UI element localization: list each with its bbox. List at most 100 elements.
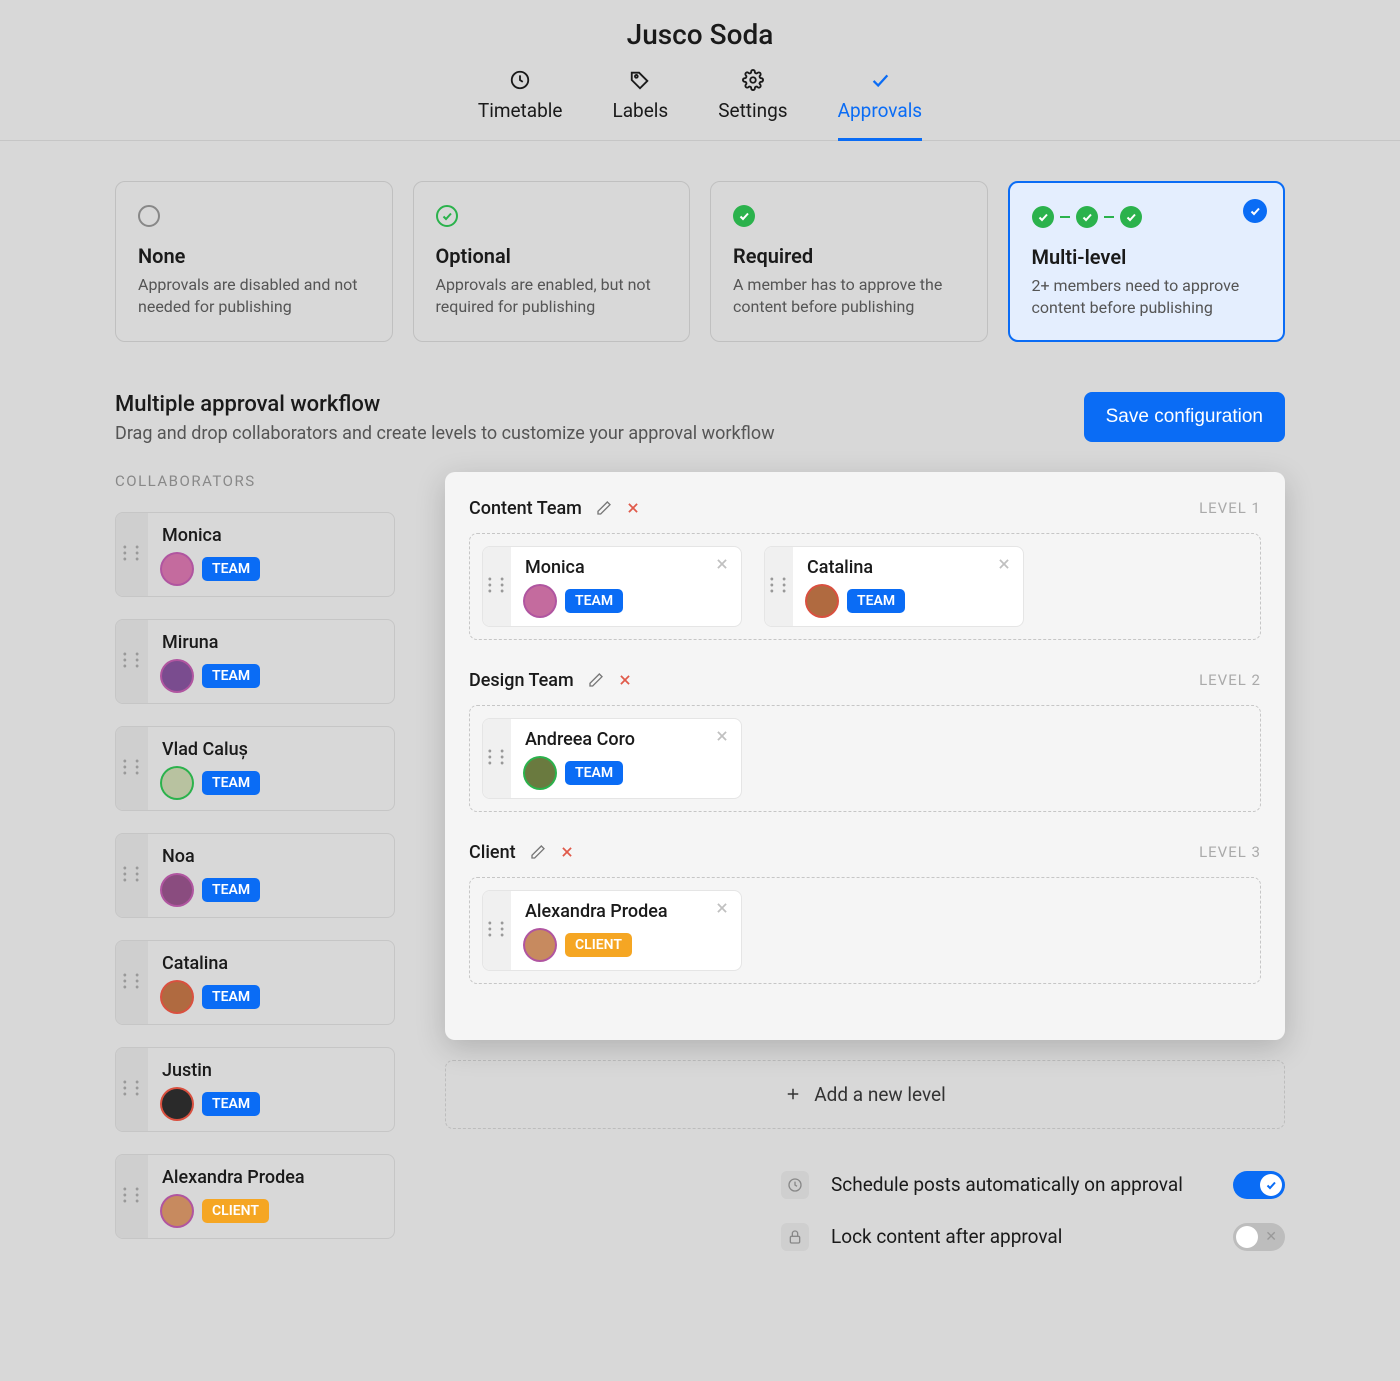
level-title: Content Team [469,498,582,519]
delete-level-button[interactable] [560,845,574,859]
drag-handle[interactable]: • •• •• • [116,834,148,917]
collaborator-name: Monica [162,525,380,546]
collaborator-name: Alexandra Prodea [162,1167,380,1188]
role-badge: CLIENT [202,1199,269,1223]
setting-label: Schedule posts automatically on approval [831,1173,1211,1196]
check-circle-fill-icon [1120,206,1142,228]
edit-level-button[interactable] [530,844,546,860]
role-badge: TEAM [202,664,260,688]
add-level-label: Add a new level [814,1083,946,1106]
collaborators-label: COLLABORATORS [115,472,395,490]
drag-handle[interactable]: • •• •• • [116,727,148,810]
collaborators-sidebar: COLLABORATORS • •• •• •MonicaTEAM• •• ••… [115,472,395,1261]
remove-member-button[interactable] [715,729,729,743]
drag-handle[interactable]: • •• •• • [765,547,793,626]
collaborator-item[interactable]: • •• •• •NoaTEAM [115,833,395,918]
drag-handle[interactable]: • •• •• • [116,1155,148,1238]
role-badge: TEAM [202,1092,260,1116]
level-dropzone[interactable]: • •• •• •MonicaTEAM • •• •• •CatalinaTEAM [469,533,1261,640]
level-member-card[interactable]: • •• •• •MonicaTEAM [482,546,742,627]
toggle[interactable] [1233,1171,1285,1199]
drag-handle[interactable]: • •• •• • [116,620,148,703]
drag-handle[interactable]: • •• •• • [483,547,511,626]
collaborators-list: • •• •• •MonicaTEAM• •• •• •MirunaTEAM• … [115,512,395,1239]
delete-level-button[interactable] [626,501,640,515]
avatar [525,586,555,616]
member-name: Alexandra Prodea [525,901,727,922]
tab-label: Approvals [838,99,923,122]
level-tag: LEVEL 1 [1199,499,1261,517]
level-dropzone[interactable]: • •• •• • Alexandra Prodea CLIENT [469,877,1261,984]
avatar [162,768,192,798]
approval-mode-options: NoneApprovals are disabled and not neede… [115,181,1285,342]
option-title: Required [733,244,965,268]
tab-timetable[interactable]: Timetable [478,69,563,140]
drag-handle[interactable]: • •• •• • [116,941,148,1024]
collaborator-name: Noa [162,846,380,867]
level-tag: LEVEL 2 [1199,671,1261,689]
role-badge: CLIENT [565,933,632,957]
option-optional[interactable]: OptionalApprovals are enabled, but not r… [413,181,691,342]
level-dropzone[interactable]: • •• •• •Andreea CoroTEAM [469,705,1261,812]
drag-handle[interactable]: • •• •• • [483,891,511,970]
setting-row: Lock content after approval✕ [445,1211,1285,1263]
delete-level-button[interactable] [618,673,632,687]
collaborator-item[interactable]: • •• •• •MirunaTEAM [115,619,395,704]
level-member-card[interactable]: • •• •• •CatalinaTEAM [764,546,1024,627]
level-member-card[interactable]: • •• •• •Andreea CoroTEAM [482,718,742,799]
collaborator-item[interactable]: • •• •• • Justin TEAM [115,1047,395,1132]
tab-label: Timetable [478,99,563,122]
collaborator-item[interactable]: • •• •• • Alexandra Prodea CLIENT [115,1154,395,1239]
add-level-button[interactable]: Add a new level [445,1060,1285,1129]
save-configuration-button[interactable]: Save configuration [1084,392,1285,442]
option-title: Multi-level [1032,245,1262,269]
tab-settings[interactable]: Settings [718,69,787,140]
drag-handle[interactable]: • •• •• • [116,513,148,596]
tab-label: Settings [718,99,787,122]
check-circle-outline-icon [436,205,458,227]
role-badge: TEAM [565,761,623,785]
option-required[interactable]: RequiredA member has to approve the cont… [710,181,988,342]
levels-outer: Content TeamLEVEL 1• •• •• •MonicaTEAM• … [445,472,1285,1263]
collaborator-name: Vlad Caluș [162,739,380,760]
remove-member-button[interactable] [715,901,729,915]
workflow-workbench: COLLABORATORS • •• •• •MonicaTEAM• •• ••… [115,472,1285,1263]
level-title: Client [469,842,516,863]
collaborator-item[interactable]: • •• •• •CatalinaTEAM [115,940,395,1025]
avatar [162,982,192,1012]
check-circle-fill-icon [733,205,755,227]
remove-member-button[interactable] [997,557,1011,571]
edit-level-button[interactable] [588,672,604,688]
level-title: Design Team [469,670,574,691]
avatar [525,930,555,960]
level-block: Design Team LEVEL 2 • •• •• •Andreea CoroT… [469,670,1261,812]
level-member-card[interactable]: • •• •• • Alexandra Prodea CLIENT [482,890,742,971]
role-badge: TEAM [847,589,905,613]
check-icon [869,69,891,91]
option-title: Optional [436,244,668,268]
toggle[interactable]: ✕ [1233,1223,1285,1251]
role-badge: TEAM [202,771,260,795]
clock-icon [509,69,531,91]
collaborator-name: Justin [162,1060,380,1081]
option-none[interactable]: NoneApprovals are disabled and not neede… [115,181,393,342]
role-badge: TEAM [202,985,260,1009]
avatar [807,586,837,616]
remove-member-button[interactable] [715,557,729,571]
collaborator-item[interactable]: • •• •• •MonicaTEAM [115,512,395,597]
setting-row: Schedule posts automatically on approval [445,1159,1285,1211]
option-multi[interactable]: Multi-level2+ members need to approve co… [1008,181,1286,342]
check-circle-fill-icon [1032,206,1054,228]
drag-handle[interactable]: • •• •• • [116,1048,148,1131]
header: Jusco Soda TimetableLabelsSettingsApprov… [0,0,1400,141]
collaborator-item[interactable]: • •• •• • Vlad Caluș TEAM [115,726,395,811]
tab-label: Labels [612,99,668,122]
avatar [525,758,555,788]
tab-approvals[interactable]: Approvals [838,69,923,140]
workflow-subheading: Drag and drop collaborators and create l… [115,423,775,444]
edit-level-button[interactable] [596,500,612,516]
selected-badge-icon [1243,199,1267,223]
drag-handle[interactable]: • •• •• • [483,719,511,798]
lock-icon [781,1223,809,1251]
tab-labels[interactable]: Labels [612,69,668,140]
